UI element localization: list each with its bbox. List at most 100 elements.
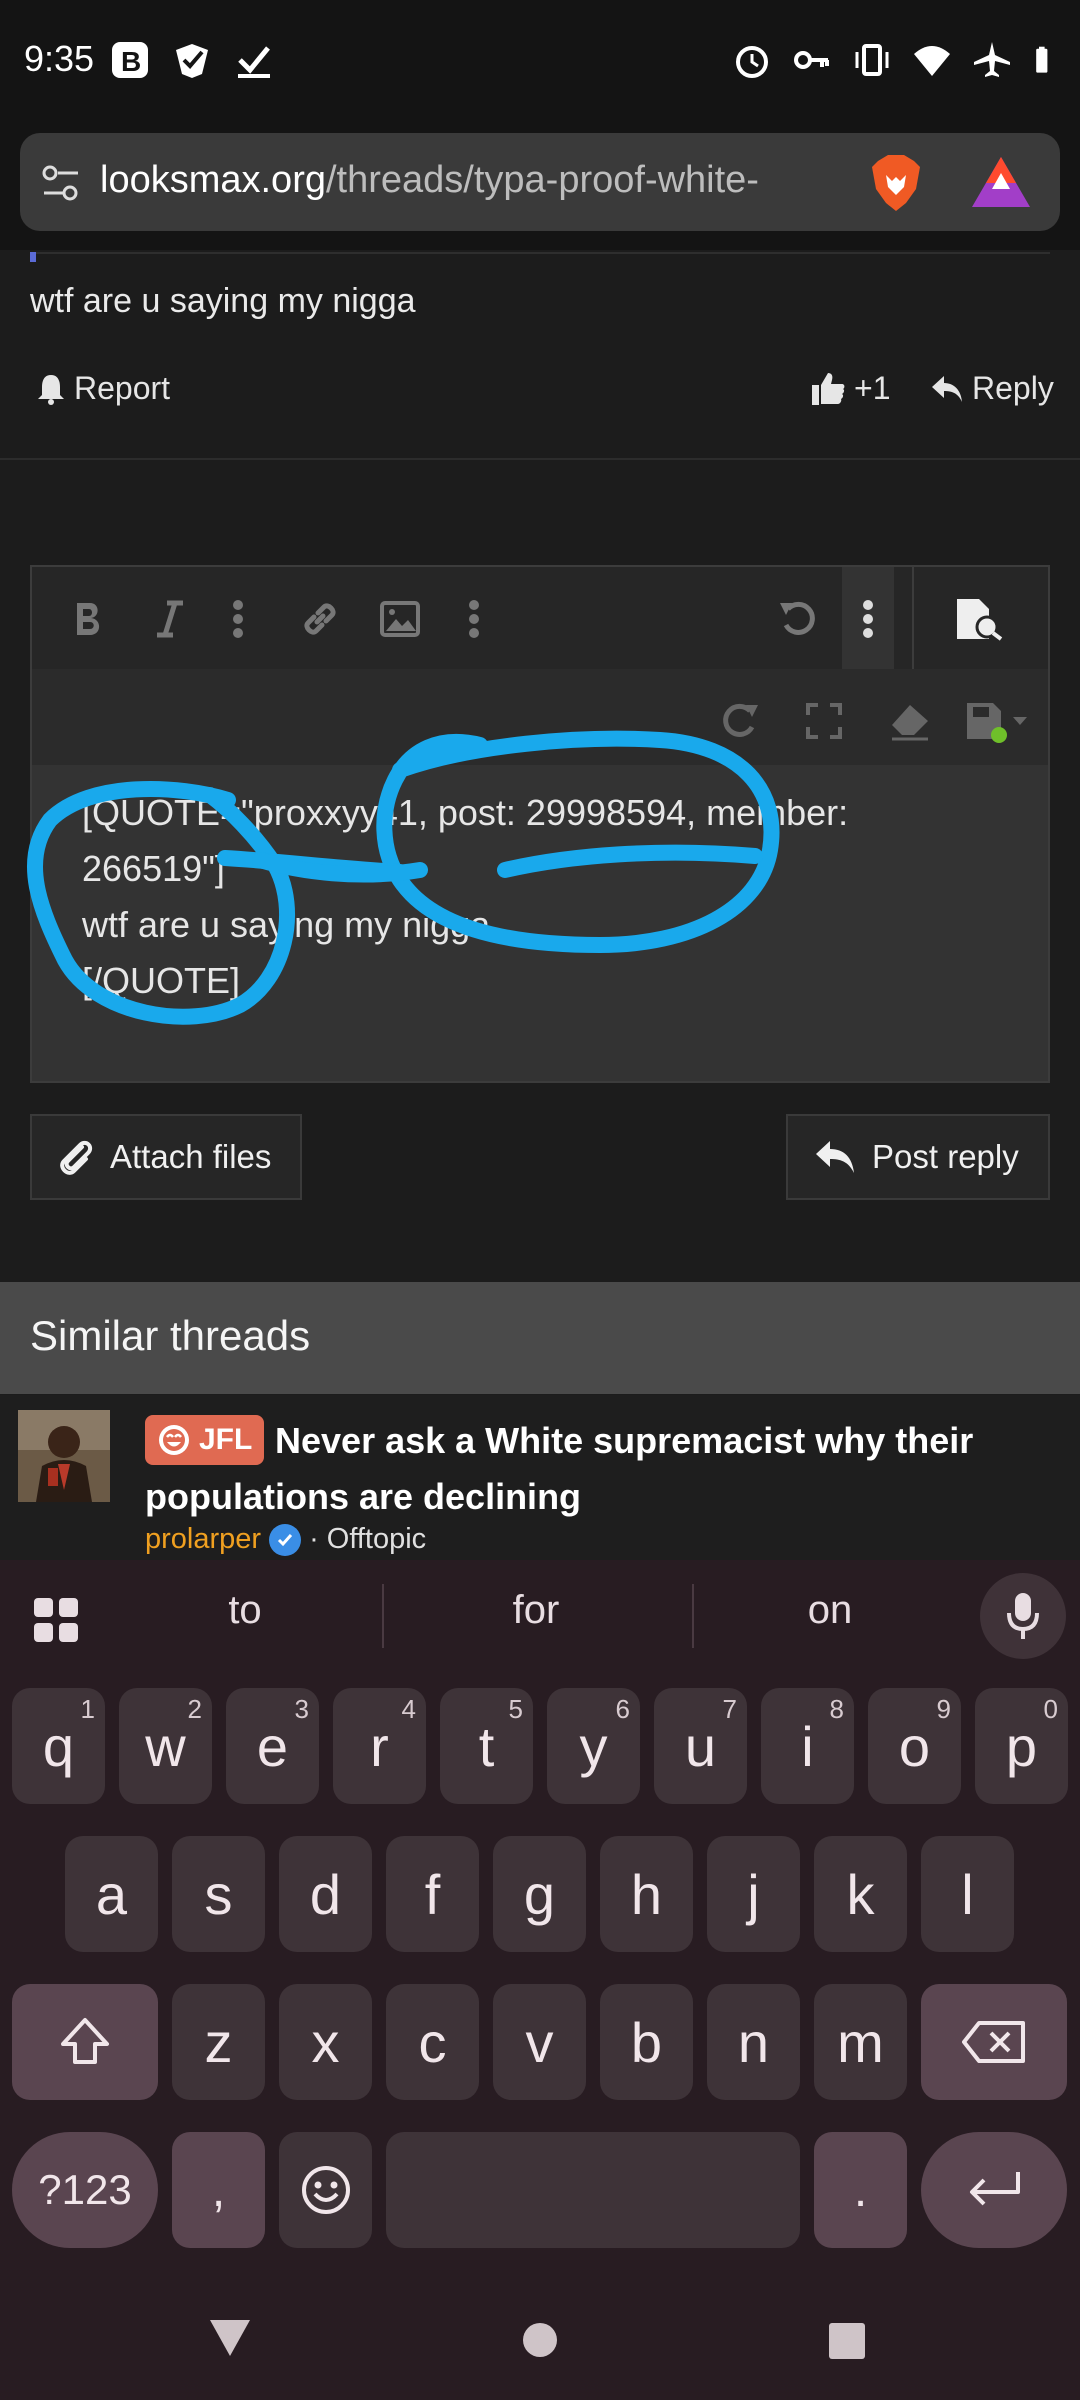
key-v[interactable]: v <box>493 1984 586 2100</box>
key-g[interactable]: g <box>493 1836 586 1952</box>
italic-icon[interactable] <box>148 597 192 641</box>
key-l[interactable]: l <box>921 1836 1014 1952</box>
bold-icon[interactable] <box>66 597 110 641</box>
like-count: +1 <box>854 370 891 406</box>
editor-line: 266519"] <box>82 848 225 889</box>
editor-toolbar-secondary <box>32 669 1048 765</box>
similar-thread-title[interactable]: Never ask a White supremacist why their … <box>145 1413 1045 1525</box>
key-k[interactable]: k <box>814 1836 907 1952</box>
key-s[interactable]: s <box>172 1836 265 1952</box>
key-o[interactable]: o9 <box>868 1688 961 1804</box>
key-q[interactable]: q1 <box>12 1688 105 1804</box>
vibrate-icon <box>855 44 889 76</box>
similar-thread-item[interactable]: Never ask a White supremacist why their … <box>0 1395 1080 1560</box>
bell-icon <box>38 374 64 405</box>
thread-author[interactable]: prolarper <box>145 1523 261 1556</box>
suggestion-strip: to for on <box>0 1560 1080 1670</box>
key-d[interactable]: d <box>279 1836 372 1952</box>
period-key[interactable]: . <box>814 2132 907 2248</box>
key-n[interactable]: n <box>707 1984 800 2100</box>
key-t[interactable]: t5 <box>440 1688 533 1804</box>
fullscreen-icon[interactable] <box>802 699 846 743</box>
editor-toolbar <box>32 567 1048 671</box>
suggestion-1[interactable]: to <box>145 1588 345 1633</box>
preview-icon[interactable] <box>952 597 1008 641</box>
key-r[interactable]: r4 <box>333 1688 426 1804</box>
reply-arrow-icon <box>816 1141 854 1173</box>
url-bar[interactable]: looksmax.org/threads/typa-proof-white- <box>20 133 1060 231</box>
editor-line: [/QUOTE] <box>82 960 241 1001</box>
key-f[interactable]: f <box>386 1836 479 1952</box>
back-nav-icon[interactable] <box>208 2318 252 2358</box>
image-icon[interactable] <box>378 597 422 641</box>
space-key[interactable] <box>386 2132 800 2248</box>
brave-rewards-icon[interactable] <box>970 155 1032 209</box>
key-a[interactable]: a <box>65 1836 158 1952</box>
thread-forum[interactable]: · Offtopic <box>309 1523 426 1556</box>
more-options-icon[interactable] <box>846 597 890 641</box>
key-m[interactable]: m <box>814 1984 907 2100</box>
reply-button[interactable]: Reply <box>930 370 1054 407</box>
key-b[interactable]: b <box>600 1984 693 2100</box>
key-c[interactable]: c <box>386 1984 479 2100</box>
symbols-key[interactable]: ?123 <box>12 2132 158 2248</box>
reply-editor[interactable]: [QUOTE="proxxyy41, post: 29998594, membe… <box>30 565 1050 1083</box>
post-divider <box>0 458 1080 460</box>
quote-accent <box>30 252 36 262</box>
brave-b-icon: B <box>112 42 148 78</box>
key-y[interactable]: y6 <box>547 1688 640 1804</box>
alarm-icon <box>736 46 768 78</box>
post-reply-button[interactable]: Post reply <box>786 1114 1050 1200</box>
suggestion-2[interactable]: for <box>436 1588 636 1633</box>
wifi-icon <box>914 46 950 76</box>
url-host: looksmax.org <box>100 159 326 201</box>
post-reply-label: Post reply <box>872 1138 1019 1175</box>
url-path: /threads/typa-proof-white- <box>325 159 759 201</box>
report-button[interactable]: Report <box>36 370 170 407</box>
editor-content[interactable]: [QUOTE="proxxyy41, post: 29998594, membe… <box>82 785 848 1009</box>
home-nav-icon[interactable] <box>522 2322 558 2358</box>
key-z[interactable]: z <box>172 1984 265 2100</box>
enter-icon <box>970 2172 1020 2206</box>
redo-icon[interactable] <box>718 699 762 743</box>
mic-button[interactable] <box>980 1573 1066 1659</box>
draft-save-icon[interactable] <box>962 699 1034 743</box>
thumbs-up-icon <box>812 372 845 405</box>
url-text[interactable]: looksmax.org/threads/typa-proof-white- <box>100 159 860 202</box>
key-e[interactable]: e3 <box>226 1688 319 1804</box>
airplane-icon <box>974 42 1010 77</box>
key-h[interactable]: h <box>600 1836 693 1952</box>
comma-key[interactable]: , <box>172 2132 265 2248</box>
more-text-icon[interactable] <box>216 597 260 641</box>
apps-grid-icon[interactable] <box>32 1596 80 1644</box>
shift-key[interactable] <box>12 1984 158 2100</box>
more-insert-icon[interactable] <box>452 597 496 641</box>
like-button[interactable]: +1 <box>810 370 890 407</box>
key-i[interactable]: i8 <box>761 1688 854 1804</box>
suggestion-3[interactable]: on <box>730 1588 930 1633</box>
post-border <box>30 252 1050 258</box>
jfl-emoji-icon <box>159 1425 189 1455</box>
avatar[interactable] <box>18 1410 110 1502</box>
attach-files-button[interactable]: Attach files <box>30 1114 302 1200</box>
recents-nav-icon[interactable] <box>828 2322 866 2360</box>
post-body: wtf are u saying my nigga <box>30 282 416 320</box>
key-u[interactable]: u7 <box>654 1688 747 1804</box>
site-settings-icon[interactable] <box>40 162 82 204</box>
similar-threads-header: Similar threads <box>0 1282 1080 1394</box>
backspace-key[interactable] <box>921 1984 1067 2100</box>
remove-format-icon[interactable] <box>888 699 932 743</box>
post-actions: Report +1 Reply <box>0 360 1080 430</box>
key-p[interactable]: p0 <box>975 1688 1068 1804</box>
vpn-key-icon <box>794 51 829 69</box>
key-j[interactable]: j <box>707 1836 800 1952</box>
emoji-icon <box>301 2166 350 2214</box>
key-w[interactable]: w2 <box>119 1688 212 1804</box>
emoji-key[interactable] <box>279 2132 372 2248</box>
brave-shields-icon[interactable] <box>868 153 924 213</box>
key-x[interactable]: x <box>279 1984 372 2100</box>
link-icon[interactable] <box>298 597 342 641</box>
keyboard: to for on q1 w2 e3 r4 t5 y6 u7 i8 o9 p0 … <box>0 1560 1080 2400</box>
undo-icon[interactable] <box>776 597 820 641</box>
enter-key[interactable] <box>921 2132 1067 2248</box>
